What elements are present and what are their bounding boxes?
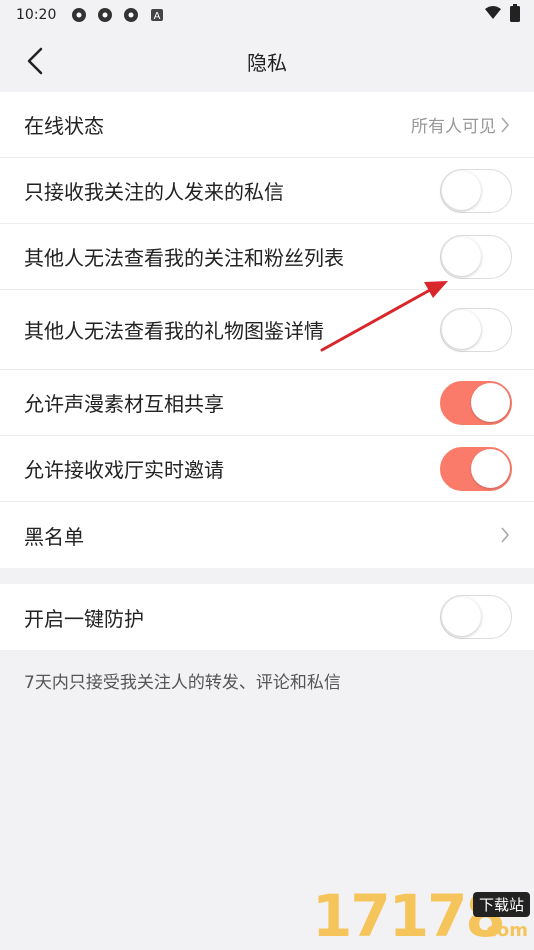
page-title: 隐私: [247, 50, 287, 75]
watermark-logo: 17178 下载站 .com: [308, 880, 534, 950]
app-icon: [96, 6, 114, 24]
toggle-row-material-share: 允许声漫素材互相共享: [0, 370, 534, 436]
status-time: 10:20: [16, 7, 57, 23]
toggle-knob: [442, 236, 481, 276]
one-click-protect-toggle[interactable]: [440, 595, 512, 639]
toggle-knob: [442, 597, 481, 636]
toggle-row-follow-list: 其他人无法查看我的关注和粉丝列表: [0, 224, 534, 290]
toggle-label: 其他人无法查看我的礼物图鉴详情: [24, 319, 324, 343]
toggle-knob: [471, 448, 510, 488]
status-bar: 10:20 A: [0, 0, 534, 30]
toggle-row-one-click-protect: 开启一键防护: [0, 584, 534, 650]
svg-text:A: A: [154, 11, 161, 22]
chevron-right-icon: [498, 524, 512, 546]
protect-settings-group: 开启一键防护: [0, 584, 534, 650]
app-icon: [70, 6, 88, 24]
private-message-toggle[interactable]: [440, 168, 512, 213]
toggle-knob: [442, 170, 481, 210]
follow-list-toggle[interactable]: [440, 234, 512, 279]
watermark-badge: 下载站: [472, 892, 530, 917]
online-status-label: 在线状态: [24, 114, 104, 138]
toggle-row-theater-invite: 允许接收戏厅实时邀请: [0, 436, 534, 502]
online-status-row[interactable]: 在线状态 所有人可见: [0, 92, 534, 158]
back-button[interactable]: [18, 44, 52, 78]
nav-bar: 隐私: [0, 30, 534, 92]
toggle-label: 只接收我关注的人发来的私信: [24, 180, 284, 204]
chevron-right-icon: [498, 114, 512, 136]
blacklist-label: 黑名单: [24, 524, 84, 549]
toggle-knob: [442, 309, 481, 349]
wifi-icon: [484, 6, 502, 24]
a-icon: A: [148, 6, 166, 24]
online-status-value: 所有人可见: [411, 117, 496, 137]
watermark-suffix: .com: [479, 920, 528, 941]
chevron-left-icon: [27, 47, 43, 75]
app-icon: [122, 6, 140, 24]
theater-invite-toggle[interactable]: [440, 446, 512, 491]
protect-note: 7天内只接受我关注人的转发、评论和私信: [24, 673, 341, 693]
blacklist-row[interactable]: 黑名单: [0, 502, 534, 568]
toggle-row-gift-collection: 其他人无法查看我的礼物图鉴详情: [0, 290, 534, 370]
privacy-settings-list: 在线状态 所有人可见 只接收我关注的人发来的私信 其他人无法查看我的关注和粉丝列…: [0, 92, 534, 568]
material-share-toggle[interactable]: [440, 380, 512, 425]
toggle-label: 其他人无法查看我的关注和粉丝列表: [24, 246, 344, 270]
toggle-label: 允许接收戏厅实时邀请: [24, 458, 224, 482]
gift-collection-toggle[interactable]: [440, 307, 512, 352]
toggle-knob: [471, 382, 510, 422]
toggle-row-private-message: 只接收我关注的人发来的私信: [0, 158, 534, 224]
toggle-label: 开启一键防护: [24, 606, 144, 631]
toggle-label: 允许声漫素材互相共享: [24, 392, 224, 416]
battery-icon: [510, 4, 520, 26]
